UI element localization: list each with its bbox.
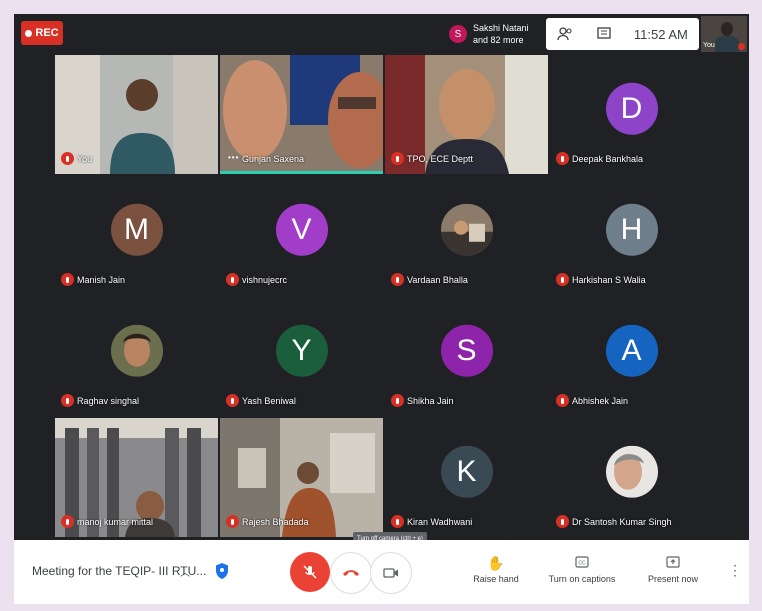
participant-name: Shikha Jain bbox=[407, 396, 454, 406]
record-dot-icon bbox=[25, 29, 33, 37]
avatar bbox=[605, 445, 658, 498]
people-icon[interactable] bbox=[557, 26, 573, 42]
participant-tile[interactable]: H Harkishan S Walia bbox=[550, 176, 713, 295]
camera-icon bbox=[383, 568, 398, 578]
participant-name: Deepak Bankhala bbox=[572, 154, 644, 164]
mic-toggle-button[interactable] bbox=[290, 552, 330, 592]
mic-muted-icon bbox=[391, 394, 404, 407]
self-view-thumbnail[interactable]: You bbox=[701, 16, 747, 52]
leave-call-button[interactable] bbox=[330, 552, 372, 594]
captions-icon: CC bbox=[547, 554, 617, 572]
participant-tile[interactable]: Rajesh Bhadada bbox=[220, 418, 383, 537]
avatar: D bbox=[605, 82, 658, 135]
participant-tile[interactable]: manoj kumar mittal bbox=[55, 418, 218, 537]
participant-tile[interactable]: K Kiran Wadhwani bbox=[385, 418, 548, 537]
mic-muted-icon bbox=[391, 273, 404, 286]
participant-name: Vardaan Bhalla bbox=[407, 275, 468, 285]
participant-tile[interactable]: You bbox=[55, 55, 218, 174]
clock-time: 11:52 AM bbox=[633, 26, 688, 42]
mic-muted-icon bbox=[556, 273, 569, 286]
participants-chip[interactable]: S Sakshi Natani and 82 more bbox=[449, 18, 545, 50]
svg-text:CC: CC bbox=[578, 561, 586, 567]
avatar: Y bbox=[275, 324, 328, 377]
participant-name: manoj kumar mittal bbox=[77, 517, 154, 527]
participant-tile[interactable]: S Shikha Jain bbox=[385, 297, 548, 416]
participant-tile[interactable]: TPO, ECE Deptt bbox=[385, 55, 548, 174]
chat-icon[interactable] bbox=[596, 26, 612, 42]
camera-toggle-button[interactable] bbox=[370, 552, 412, 594]
participant-name: You bbox=[77, 154, 93, 164]
mic-muted-icon bbox=[226, 394, 239, 407]
speaking-indicator-icon: ••• bbox=[228, 153, 240, 162]
participant-tile[interactable]: Dr Santosh Kumar Singh bbox=[550, 418, 713, 537]
participant-name: Sakshi Natani bbox=[473, 23, 529, 33]
mic-muted-icon bbox=[556, 515, 569, 528]
avatar: S bbox=[449, 25, 467, 43]
mic-muted-icon bbox=[556, 394, 569, 407]
participant-name: Kiran Wadhwani bbox=[407, 517, 473, 527]
recording-label: REC bbox=[35, 27, 59, 39]
present-button[interactable]: Present now bbox=[638, 554, 708, 584]
participant-tile[interactable]: M Manish Jain bbox=[55, 176, 218, 295]
mic-muted-icon bbox=[391, 515, 404, 528]
avatar: M bbox=[110, 203, 163, 256]
more-options-icon[interactable]: ⋮ bbox=[728, 562, 742, 579]
participant-name: Manish Jain bbox=[77, 275, 126, 285]
participant-tile[interactable]: A Abhishek Jain bbox=[550, 297, 713, 416]
avatar: H bbox=[605, 203, 658, 256]
mic-muted-icon bbox=[61, 273, 74, 286]
top-controls: 11:52 AM bbox=[546, 18, 699, 50]
avatar: K bbox=[440, 445, 493, 498]
captions-label: Turn on captions bbox=[548, 574, 616, 584]
participant-tile[interactable]: Raghav singhal bbox=[55, 297, 218, 416]
mic-muted-icon bbox=[61, 515, 74, 528]
top-bar: REC S Sakshi Natani and 82 more 11:52 AM… bbox=[14, 14, 749, 54]
mic-muted-icon bbox=[391, 152, 404, 165]
present-icon bbox=[638, 554, 708, 572]
avatar: A bbox=[605, 324, 658, 377]
self-label: You bbox=[703, 42, 715, 49]
participant-name: Abhishek Jain bbox=[572, 396, 629, 406]
mic-muted-icon bbox=[738, 43, 745, 50]
hand-icon: ✋ bbox=[487, 555, 505, 571]
mic-muted-icon bbox=[556, 152, 569, 165]
avatar: V bbox=[275, 203, 328, 256]
bottom-toolbar: Meeting for the TEQIP- III RTU... ︿ ✋ Ra… bbox=[14, 540, 749, 604]
meet-window: REC S Sakshi Natani and 82 more 11:52 AM… bbox=[14, 14, 749, 604]
recording-badge: REC bbox=[21, 21, 63, 45]
participant-tile[interactable]: Vardaan Bhalla bbox=[385, 176, 548, 295]
mic-muted-icon bbox=[226, 273, 239, 286]
participant-name: Gunjan Saxena bbox=[242, 154, 305, 164]
participant-grid: You ••• Gunjan Saxena TPO, ECE Deptt D D… bbox=[55, 55, 713, 537]
participant-name: Raghav singhal bbox=[77, 396, 140, 406]
present-label: Present now bbox=[647, 574, 699, 584]
participant-tile[interactable]: ••• Gunjan Saxena bbox=[220, 55, 383, 174]
participant-tile[interactable]: V vishnujecrc bbox=[220, 176, 383, 295]
mic-muted-icon bbox=[61, 394, 74, 407]
participant-name: Rajesh Bhadada bbox=[242, 517, 309, 527]
participant-name: vishnujecrc bbox=[242, 275, 288, 285]
shield-icon[interactable] bbox=[215, 562, 229, 580]
participant-name: Yash Beniwal bbox=[242, 396, 296, 406]
participant-tile[interactable]: Y Yash Beniwal bbox=[220, 297, 383, 416]
hangup-icon bbox=[343, 570, 359, 576]
mic-off-icon bbox=[303, 565, 317, 579]
avatar bbox=[110, 324, 163, 377]
participant-name: Dr Santosh Kumar Singh bbox=[572, 517, 672, 527]
participant-name: Harkishan S Walia bbox=[572, 275, 646, 285]
participant-more: and 82 more bbox=[473, 35, 524, 45]
avatar bbox=[440, 203, 493, 256]
chevron-up-icon[interactable]: ︿ bbox=[180, 564, 190, 579]
captions-button[interactable]: CC Turn on captions bbox=[547, 554, 617, 584]
speaking-highlight bbox=[220, 171, 383, 174]
participant-name: TPO, ECE Deptt bbox=[407, 154, 474, 164]
mic-muted-icon bbox=[226, 515, 239, 528]
avatar: S bbox=[440, 324, 493, 377]
raise-hand-button[interactable]: ✋ Raise hand bbox=[461, 554, 531, 584]
raise-hand-label: Raise hand bbox=[473, 574, 519, 584]
mic-muted-icon bbox=[61, 152, 74, 165]
participant-tile[interactable]: D Deepak Bankhala bbox=[550, 55, 713, 174]
